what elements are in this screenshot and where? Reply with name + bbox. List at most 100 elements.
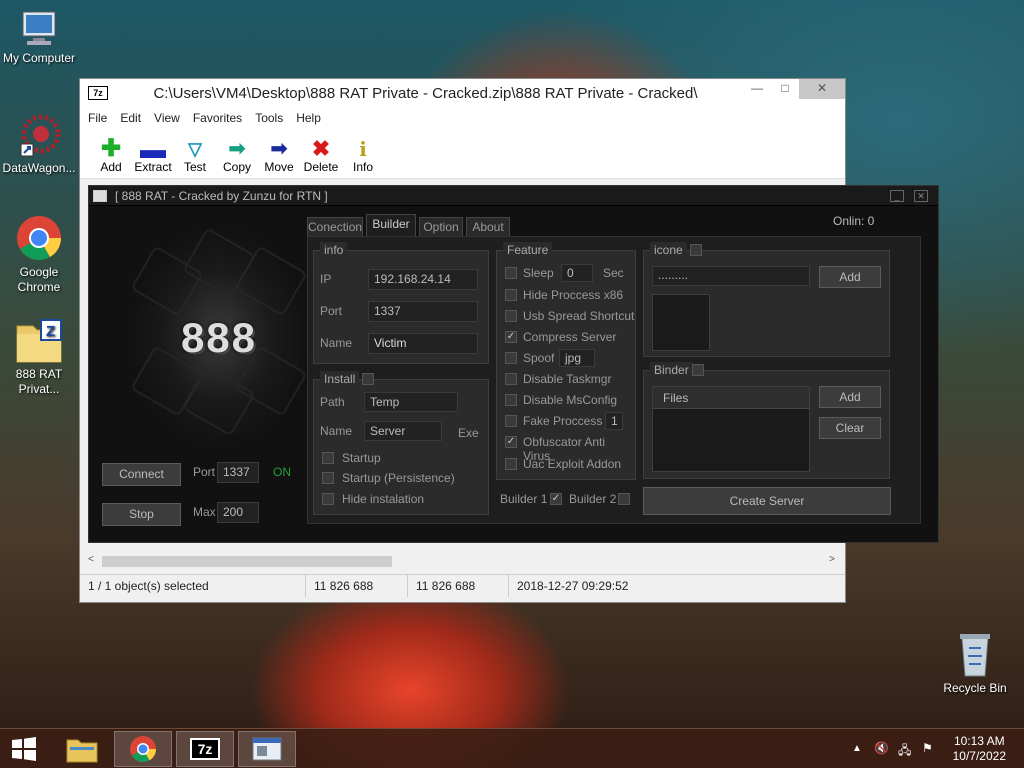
menu-file[interactable]: File <box>88 111 107 125</box>
disable-taskmgr-label: Disable Taskmgr <box>523 372 612 386</box>
menu-edit[interactable]: Edit <box>120 111 141 125</box>
icone-group: icone ......... Add <box>643 242 890 357</box>
tab-builder[interactable]: Builder <box>366 214 416 237</box>
name-input[interactable]: Victim <box>368 333 478 354</box>
minimize-button[interactable]: _ <box>890 189 904 202</box>
extract-button[interactable]: ▬ Extract <box>132 129 174 178</box>
desktop-icon-888-rat-archive[interactable]: Z 888 RAT Privat... <box>1 318 77 397</box>
usb-spread-label: Usb Spread Shortcut <box>523 309 635 323</box>
info-icon: i <box>359 137 367 161</box>
files-list[interactable]: Files <box>652 386 810 472</box>
desktop-icon-my-computer[interactable]: My Computer <box>1 8 77 66</box>
path-input[interactable]: Temp <box>364 392 458 412</box>
persistence-checkbox[interactable] <box>322 472 334 484</box>
move-arrow-icon: ➡ <box>270 138 288 160</box>
startup-checkbox[interactable] <box>322 452 334 464</box>
builder1-checkbox[interactable]: ✓ <box>550 493 562 505</box>
spoof-extension-input[interactable]: jpg <box>559 349 595 367</box>
test-button[interactable]: ▽ Test <box>174 129 216 178</box>
taskbar-888-rat[interactable] <box>238 731 296 767</box>
add-button[interactable]: ✚ Add <box>90 129 132 178</box>
info-button[interactable]: i Info <box>342 129 384 178</box>
disable-taskmgr-checkbox[interactable] <box>505 373 517 385</box>
scroll-right-icon[interactable]: > <box>829 554 835 565</box>
888-rat-window[interactable]: [ 888 RAT - Cracked by Zunzu for RTN ] _… <box>88 185 939 543</box>
ip-label: IP <box>320 272 332 286</box>
horizontal-scrollbar[interactable]: < > <box>80 553 845 570</box>
taskbar-file-explorer[interactable] <box>53 731 111 767</box>
connect-button[interactable]: Connect <box>102 463 181 486</box>
icon-path-input[interactable]: ......... <box>652 266 810 286</box>
minimize-button[interactable]: — <box>743 79 771 99</box>
close-button[interactable]: ✕ <box>799 79 845 99</box>
hide-installation-checkbox[interactable] <box>322 493 334 505</box>
obfuscator-checkbox[interactable]: ✓ <box>505 436 517 448</box>
menu-tools[interactable]: Tools <box>255 111 283 125</box>
port-input[interactable]: 1337 <box>217 462 259 483</box>
group-title: Feature <box>503 242 553 258</box>
builder2-checkbox[interactable] <box>618 493 630 505</box>
builder1-label: Builder 1 <box>500 492 548 506</box>
port-label: Port <box>193 465 216 479</box>
icon-add-button[interactable]: Add <box>819 266 881 288</box>
server-name-input[interactable]: Server <box>364 421 442 441</box>
create-server-button[interactable]: Create Server <box>643 487 891 515</box>
copy-button[interactable]: ➡ Copy <box>216 129 258 178</box>
maximize-button[interactable]: □ <box>771 79 799 99</box>
spoof-checkbox[interactable] <box>505 352 517 364</box>
menu-help[interactable]: Help <box>296 111 321 125</box>
port-input[interactable]: 1337 <box>368 301 478 322</box>
disable-msconfig-checkbox[interactable] <box>505 394 517 406</box>
desktop-icon-recycle-bin[interactable]: Recycle Bin <box>937 630 1013 696</box>
7zip-logo-icon: 7z <box>88 86 108 100</box>
max-input[interactable]: 200 <box>217 502 259 523</box>
stop-button[interactable]: Stop <box>102 503 181 526</box>
taskbar-chrome[interactable] <box>114 731 172 767</box>
binder-add-button[interactable]: Add <box>819 386 881 408</box>
show-hidden-icons-icon[interactable]: ▲ <box>852 743 862 754</box>
desktop-icon-datawagon[interactable]: DataWagon... <box>1 112 77 176</box>
rat-title-bar[interactable]: [ 888 RAT - Cracked by Zunzu for RTN ] _… <box>89 186 938 206</box>
delete-button[interactable]: ✖ Delete <box>300 129 342 178</box>
binder-checkbox[interactable] <box>692 364 704 376</box>
menu-view[interactable]: View <box>154 111 180 125</box>
install-checkbox[interactable] <box>362 373 374 385</box>
delete-x-icon: ✖ <box>311 136 331 161</box>
move-button[interactable]: ➡ Move <box>258 129 300 178</box>
action-center-icon[interactable]: ⚑ <box>922 741 933 755</box>
usb-spread-checkbox[interactable] <box>505 310 517 322</box>
desktop-icon-label: Recycle Bin <box>943 681 1007 695</box>
menu-bar: File Edit View Favorites Tools Help <box>80 107 845 129</box>
menu-favorites[interactable]: Favorites <box>193 111 242 125</box>
sleep-input[interactable]: 0 <box>561 264 593 282</box>
time: 10:13 AM <box>953 734 1005 748</box>
fake-process-input[interactable]: 1 <box>605 412 623 430</box>
taskbar-7zip[interactable]: 7z <box>176 731 234 767</box>
tab-about[interactable]: About <box>466 217 510 237</box>
tab-conection[interactable]: Conection <box>307 217 363 237</box>
ip-input[interactable]: 192.168.24.14 <box>368 269 478 290</box>
name-label: Name <box>320 336 353 350</box>
path-label: Path <box>320 395 345 409</box>
install-group: Install Path Temp Name Server Exe Startu… <box>313 371 489 515</box>
group-title: info <box>320 242 348 258</box>
icone-checkbox[interactable] <box>690 244 702 256</box>
compress-server-checkbox[interactable]: ✓ <box>505 331 517 343</box>
fake-process-checkbox[interactable] <box>505 415 517 427</box>
clear-button[interactable]: Clear <box>819 417 881 439</box>
clock[interactable]: 10:13 AM 10/7/2022 <box>953 734 1006 764</box>
title-bar[interactable]: 7z C:\Users\VM4\Desktop\888 RAT Private … <box>80 79 845 107</box>
close-button[interactable]: ✕ <box>914 189 928 202</box>
sleep-checkbox[interactable] <box>505 267 517 279</box>
desktop-icon-chrome[interactable]: Google Chrome <box>1 214 77 295</box>
scroll-left-icon[interactable]: < <box>88 554 94 565</box>
speaker-muted-icon[interactable]: 🔇 <box>874 741 889 755</box>
network-icon[interactable]: 🖧 <box>898 741 911 762</box>
hide-process-checkbox[interactable] <box>505 289 517 301</box>
max-label: Max <box>193 505 216 519</box>
scrollbar-thumb[interactable] <box>102 556 392 567</box>
uac-exploit-checkbox[interactable] <box>505 458 517 470</box>
start-button[interactable] <box>0 731 48 767</box>
tab-option[interactable]: Option <box>419 217 463 237</box>
info-group: info IP 192.168.24.14 Port 1337 Name Vic… <box>313 242 489 364</box>
